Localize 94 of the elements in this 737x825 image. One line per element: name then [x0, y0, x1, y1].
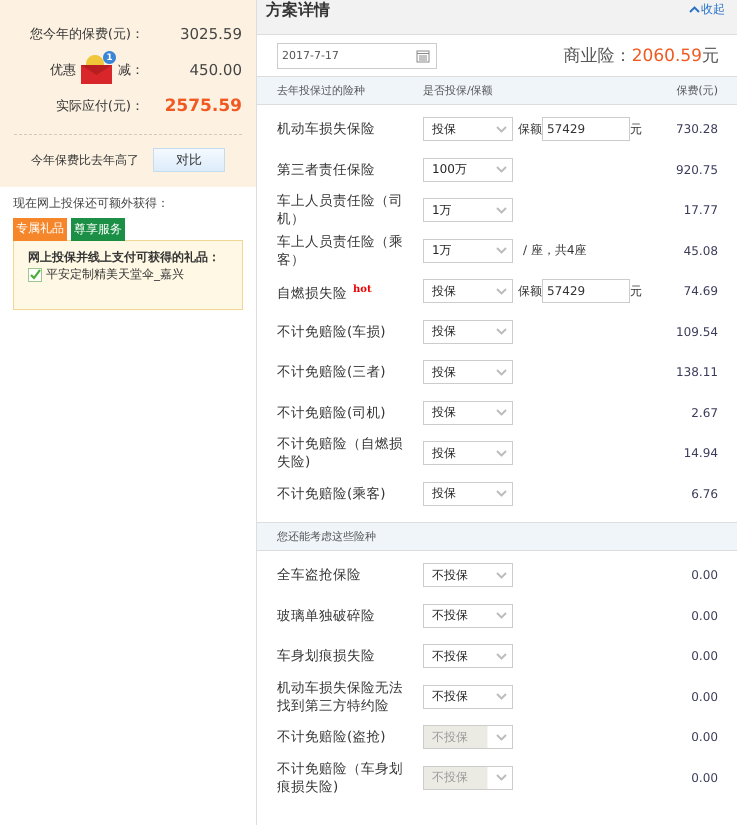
caret-icon [496, 572, 507, 579]
column-header: 保费(元) [675, 83, 718, 98]
caret-icon [496, 288, 507, 295]
premium-value: 0.00 [690, 690, 718, 704]
coverage-name: 不计免赔险（车身划痕损失险) [277, 760, 404, 796]
coverage-name: 不计免赔险(盗抢) [277, 728, 387, 746]
caret-icon [496, 652, 507, 660]
premium-value: 920.75 [675, 162, 718, 177]
coverage-select[interactable]: 投保 [423, 360, 513, 384]
gift-title: 网上投保并线上支付可获得的礼品： [28, 249, 221, 266]
panel-title: 方案详情 [266, 0, 330, 19]
coverage-select[interactable]: 投保 [423, 441, 513, 466]
caret-icon [496, 247, 507, 254]
section-heading: 您还能考虑这些险种 [277, 529, 376, 544]
column-header: 去年投保过的险种 [277, 83, 366, 98]
coverage-name: 车身划痕损失险 [277, 647, 376, 666]
premium-value: 74.69 [682, 284, 718, 298]
summary-value: 450.00 [188, 61, 242, 79]
caret-icon [496, 693, 507, 700]
summary-label: 减： [118, 62, 144, 79]
amount-field[interactable]: 57429 [542, 117, 630, 142]
coverage-name: 第三者责任保险 [277, 160, 376, 179]
column-header: 是否投保/保额 [423, 83, 494, 98]
coverage-name: 机动车损失保险无法找到第三方特约险 [277, 678, 404, 715]
commercial-premium: 商业险：2060.59元 [564, 45, 719, 67]
coverage-select[interactable]: 不投保 [423, 604, 513, 628]
premium-value: 14.94 [682, 446, 718, 460]
amount-field[interactable]: 57429 [542, 279, 630, 304]
compare-button[interactable]: 对比 [153, 148, 225, 172]
caret-icon [496, 734, 507, 741]
coverage-select[interactable]: 投保 [423, 117, 513, 142]
coverage-name: 不计免赔险（自燃损失险) [277, 435, 404, 472]
summary-value: 2575.59 [164, 96, 242, 116]
extras-intro: 现在网上投保还可额外获得： [13, 195, 170, 212]
benefit-tab[interactable]: 尊享服务 [71, 218, 125, 241]
coverage-select[interactable]: 投保 [423, 279, 513, 304]
notification-badge: 1 [103, 51, 116, 64]
caret-icon [689, 6, 700, 13]
premium-value: 0.00 [690, 730, 718, 744]
coverage-select[interactable]: 不投保 [423, 684, 513, 709]
coverage-select[interactable]: 投保 [423, 320, 513, 344]
premium-value: 0.00 [690, 770, 718, 785]
gift-name: 平安定制精美天堂伞_嘉兴 [46, 266, 184, 283]
coverage-select[interactable]: 1万 [423, 198, 513, 222]
coverage-name: 全车盗抢保险 [277, 566, 362, 584]
caret-icon [496, 206, 507, 214]
summary-label: 优惠 [50, 62, 76, 79]
coverage-name: 机动车损失保险 [277, 120, 376, 138]
unit-label: 元 [630, 120, 642, 138]
seats-note: / 座，共4座 [523, 242, 586, 260]
premium-value: 17.77 [682, 203, 718, 218]
calendar-icon[interactable] [416, 48, 430, 62]
coverage-name: 不计免赔险(乘客) [277, 484, 387, 503]
unit-label: 元 [630, 282, 642, 300]
coverage-name: 车上人员责任险（乘客） [277, 232, 404, 269]
caret-icon [496, 368, 507, 376]
premium-value: 45.08 [682, 244, 718, 258]
premium-value: 0.00 [690, 649, 718, 664]
amount-label: 保额 [518, 120, 542, 138]
caret-icon [496, 166, 507, 174]
compare-text: 今年保费比去年高了 [31, 152, 139, 168]
summary-label: 您今年的保费(元)： [30, 26, 144, 43]
amount-label: 保额 [518, 282, 542, 300]
coverage-select[interactable]: 1万 [423, 238, 513, 263]
coverage-name: 自燃损失险 $^{hot}$ [277, 282, 373, 302]
date-field[interactable]: 2017-7-17 [277, 42, 437, 68]
collapse-link[interactable]: 收起 [689, 0, 725, 18]
caret-icon [496, 409, 507, 416]
premium-value: 0.00 [690, 608, 718, 623]
coverage-select[interactable]: 投保 [423, 400, 513, 425]
caret-icon [496, 328, 507, 336]
caret-icon [496, 774, 507, 782]
summary-value: 3025.59 [178, 25, 242, 43]
caret-icon [496, 126, 507, 133]
summary-label: 实际应付(元)： [56, 98, 144, 115]
coverage-select[interactable]: 投保 [423, 482, 513, 506]
coverage-name: 不计免赔险(三者) [277, 363, 387, 382]
premium-value: 6.76 [690, 486, 718, 501]
caret-icon [496, 612, 507, 620]
premium-value: 2.67 [690, 406, 718, 420]
coverage-select[interactable]: 不投保 [423, 563, 513, 588]
premium-value: 109.54 [675, 324, 718, 339]
premium-value: 138.11 [675, 365, 718, 380]
coverage-name: 车上人员责任险（司机） [277, 192, 404, 228]
caret-icon [496, 450, 507, 457]
premium-value: 0.00 [690, 568, 718, 582]
coverage-name: 不计免赔险(司机) [277, 404, 387, 422]
checkbox[interactable] [28, 268, 42, 282]
coverage-select[interactable]: 100万 [423, 158, 513, 182]
coverage-select[interactable]: 不投保 [423, 644, 513, 668]
coverage-name: 不计免赔险(车损) [277, 322, 387, 341]
premium-value: 730.28 [675, 122, 718, 136]
caret-icon [496, 490, 507, 498]
coverage-name: 玻璃单独破碎险 [277, 606, 376, 625]
